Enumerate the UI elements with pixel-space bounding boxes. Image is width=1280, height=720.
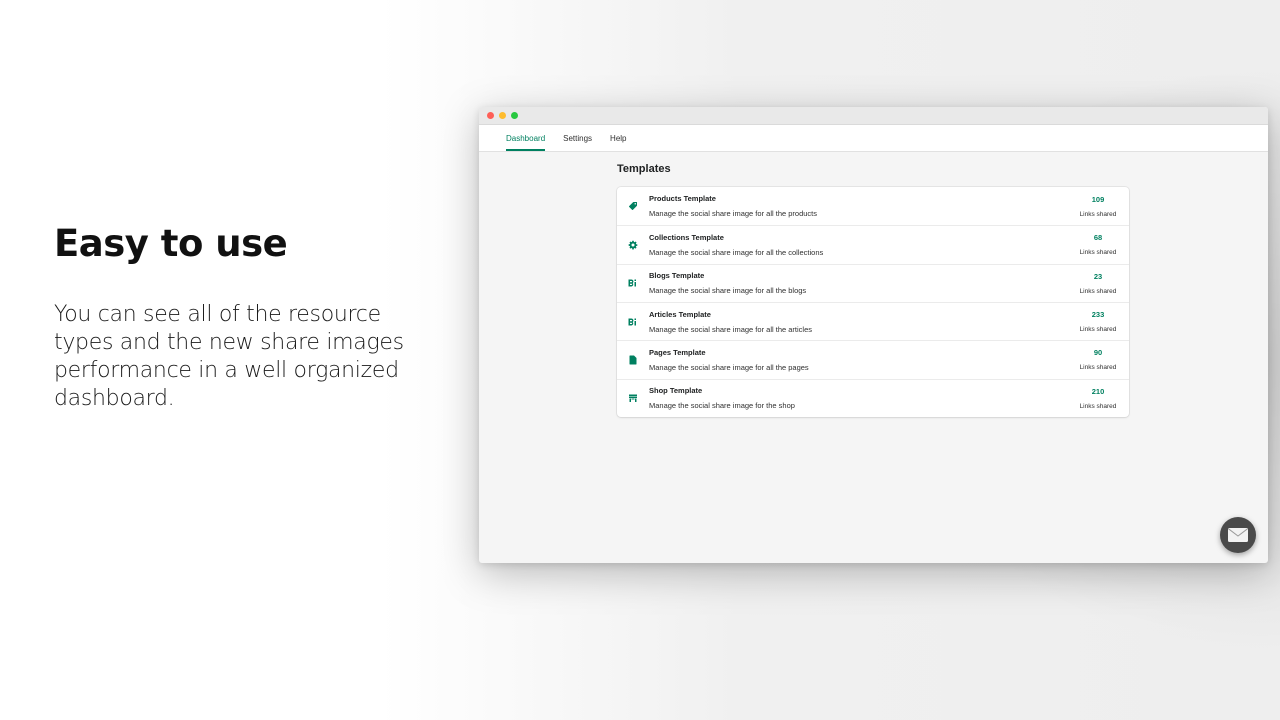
links-shared-count: 23 [1093,271,1103,281]
template-description: Manage the social share image for all th… [649,286,807,296]
section-title: Templates [617,163,671,175]
hero-section: Easy to use You can see all of the resou… [54,222,434,413]
template-title: Shop Template [649,386,703,396]
chat-button[interactable] [1220,517,1256,553]
template-description: Manage the social share image for all th… [649,209,818,219]
hero-description: You can see all of the resource types an… [54,302,404,411]
minimize-window-button[interactable] [499,112,506,119]
template-description: Manage the social share image for all th… [649,324,813,334]
template-title: Products Template [649,194,716,204]
links-shared-label: Links shared [1079,210,1117,218]
tab-settings[interactable]: Settings [563,125,592,151]
template-row-products[interactable]: Products Template Manage the social shar… [617,187,1129,225]
blog-icon [617,317,649,327]
template-row-articles[interactable]: Articles Template Manage the social shar… [617,301,1129,340]
links-shared-label: Links shared [1079,249,1117,257]
links-shared-label: Links shared [1079,287,1117,295]
maximize-window-button[interactable] [511,112,518,119]
templates-card: Products Template Manage the social shar… [617,187,1129,417]
page-icon [617,355,649,365]
store-icon [617,393,649,403]
window-titlebar [479,107,1268,125]
template-title: Collections Template [649,232,724,242]
template-description: Manage the social share image for the sh… [649,401,795,411]
links-shared-count: 90 [1093,348,1103,358]
links-shared-count: 210 [1091,386,1105,396]
tag-icon [617,201,649,211]
tab-help[interactable]: Help [610,125,626,151]
links-shared-count: 68 [1093,233,1103,243]
template-title: Articles Template [649,309,711,319]
links-shared-count: 109 [1091,194,1105,204]
template-title: Pages Template [649,347,706,357]
links-shared-label: Links shared [1079,326,1117,334]
mail-icon [1228,528,1248,542]
template-row-shop[interactable]: Shop Template Manage the social share im… [617,378,1129,417]
close-window-button[interactable] [487,112,494,119]
links-shared-label: Links shared [1079,364,1117,372]
template-title: Blogs Template [649,271,705,281]
app-nav: Dashboard Settings Help [479,125,1268,152]
template-row-blogs[interactable]: Blogs Template Manage the social share i… [617,263,1129,302]
template-row-collections[interactable]: Collections Template Manage the social s… [617,225,1129,263]
blog-icon [617,278,649,288]
template-row-pages[interactable]: Pages Template Manage the social share i… [617,340,1129,378]
template-description: Manage the social share image for all th… [649,362,809,372]
links-shared-count: 233 [1091,310,1105,320]
links-shared-label: Links shared [1079,402,1117,410]
hero-title: Easy to use [54,222,288,265]
app-window: Dashboard Settings Help Templates Produc… [479,107,1268,563]
tab-dashboard[interactable]: Dashboard [506,125,546,151]
template-description: Manage the social share image for all th… [649,247,824,257]
gear-icon [617,240,649,250]
